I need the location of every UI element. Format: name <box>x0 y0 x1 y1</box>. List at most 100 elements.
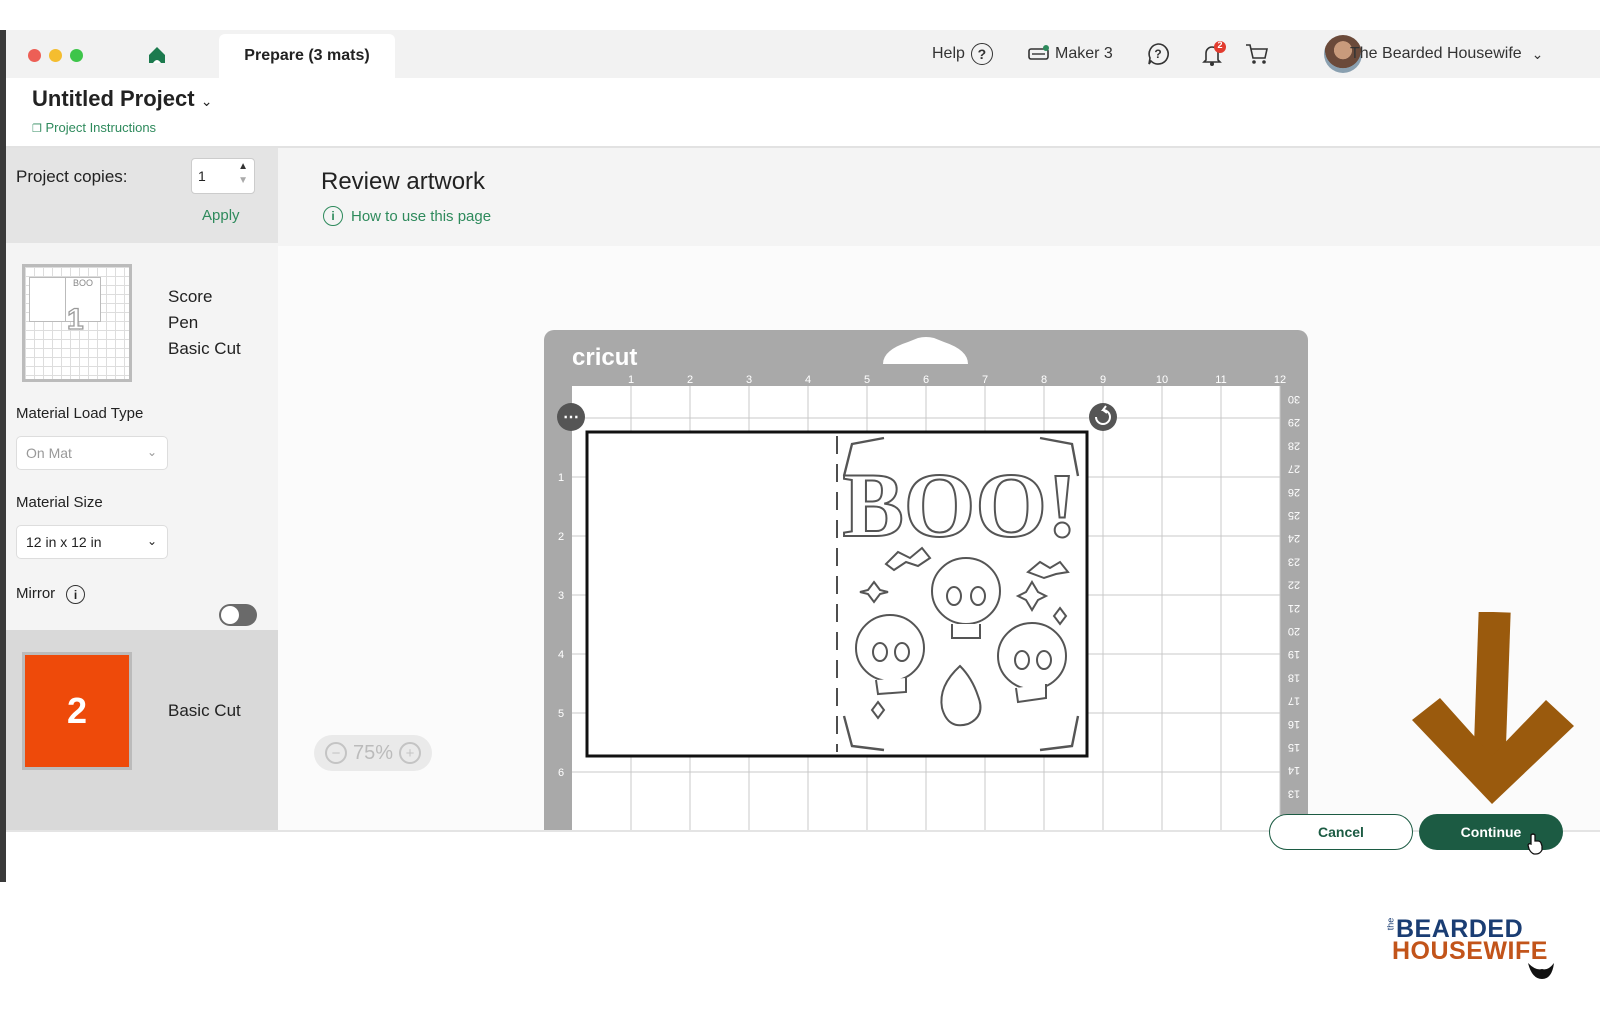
right-ruler-label: 20 <box>1288 625 1300 637</box>
help-label: Help <box>932 45 965 62</box>
chevron-down-icon: ⌄ <box>146 445 157 459</box>
project-copies-value: 1 <box>198 168 206 184</box>
zoom-out-icon[interactable]: − <box>324 742 347 764</box>
beard-icon <box>1528 963 1554 979</box>
mat-2-operation: Basic Cut <box>168 701 241 720</box>
right-ruler-label: 30 <box>1288 393 1300 405</box>
mat-sidebar: Project copies: 1 ▲ ▼ Apply BOO 1 Score … <box>6 148 278 830</box>
chevron-down-icon: ⌄ <box>146 534 157 548</box>
user-name: The Bearded Housewife <box>1350 45 1522 62</box>
right-ruler-label: 23 <box>1288 555 1300 567</box>
project-copies-input[interactable]: 1 ▲ ▼ <box>191 158 255 194</box>
top-ruler-label: 10 <box>1156 374 1168 386</box>
rotate-mat-button[interactable] <box>1089 403 1117 431</box>
zoom-control[interactable]: − 75% + <box>314 735 432 771</box>
machine-icon <box>1028 45 1049 60</box>
zoom-in-icon[interactable]: + <box>399 742 422 764</box>
top-ruler-label: 4 <box>805 374 811 386</box>
mat-1-thumbnail[interactable]: BOO 1 <box>22 264 132 382</box>
left-ruler-label: 4 <box>558 649 564 661</box>
mat-2-panel[interactable]: 2 Basic Cut <box>6 630 278 830</box>
left-ruler-label: 5 <box>558 708 564 720</box>
top-ruler-label: 6 <box>923 374 929 386</box>
maximize-window-button[interactable] <box>70 49 83 62</box>
bearded-housewife-logo: the BEARDED HOUSEWIFE <box>1385 915 1572 987</box>
chat-help-icon: ? <box>1148 43 1169 65</box>
increment-arrow-icon[interactable]: ▲ <box>238 162 248 172</box>
top-ruler-label: 9 <box>1100 374 1106 386</box>
help-button[interactable]: Help ? <box>932 30 993 78</box>
right-ruler-label: 19 <box>1288 648 1300 660</box>
material-size-label: Material Size <box>16 494 103 511</box>
right-ruler-label: 13 <box>1288 787 1300 799</box>
boo-text-artwork: BOO! <box>842 454 1077 556</box>
project-copies-panel: Project copies: 1 ▲ ▼ Apply <box>6 148 278 243</box>
cricut-logo: cricut <box>572 344 637 371</box>
mat-1-operations: Score Pen Basic Cut <box>168 284 241 362</box>
left-ruler-label: 6 <box>558 767 564 779</box>
review-artwork-title: Review artwork <box>321 168 486 195</box>
machine-selector[interactable]: Maker 3 <box>1027 30 1113 78</box>
right-ruler-label: 25 <box>1288 509 1300 521</box>
notifications-button[interactable]: 2 <box>1198 30 1228 78</box>
material-size-value: 12 in x 12 in <box>26 534 102 550</box>
operation-basic-cut: Basic Cut <box>168 339 241 358</box>
material-load-type-select[interactable]: On Mat ⌄ <box>16 436 168 470</box>
mat-preview-canvas: cricut 1 2 3 4 5 6 7 8 9 10 11 12 123456 30 29 28 27 26… <box>278 246 1600 830</box>
right-ruler-label: 28 <box>1288 439 1300 451</box>
right-ruler-label: 18 <box>1288 671 1300 683</box>
notification-badge: 2 <box>1217 40 1223 50</box>
user-menu[interactable]: The Bearded Housewife ⌄ <box>1350 30 1543 78</box>
help-icon: ? <box>970 43 993 65</box>
title-bar: Prepare (3 mats) Help ? Maker 3 ? 2 The … <box>6 30 1600 78</box>
chevron-down-icon: ⌄ <box>1531 45 1544 62</box>
logo-housewife: HOUSEWIFE <box>1392 937 1548 965</box>
mat-2-thumbnail[interactable]: 2 <box>22 652 132 770</box>
operation-score: Score <box>168 287 213 306</box>
right-ruler-label: 29 <box>1288 416 1300 428</box>
material-load-type-value: On Mat <box>26 445 72 461</box>
support-button[interactable]: ? <box>1146 30 1170 78</box>
project-copies-label: Project copies: <box>16 167 128 186</box>
continue-label: Continue <box>1460 824 1522 840</box>
cart-icon <box>1246 44 1268 64</box>
tab-prepare-label: Prepare (3 mats) <box>244 47 370 64</box>
material-size-select[interactable]: 12 in x 12 in ⌄ <box>16 525 168 559</box>
top-ruler-label: 3 <box>746 374 752 386</box>
cancel-button[interactable]: Cancel <box>1269 814 1413 850</box>
cutting-mat[interactable]: cricut 1 2 3 4 5 6 7 8 9 10 11 12 123456 3029282726… <box>278 246 1600 830</box>
top-ruler-label: 7 <box>982 374 988 386</box>
chevron-down-icon: ⌄ <box>200 93 213 109</box>
tab-prepare[interactable]: Prepare (3 mats) <box>219 34 395 78</box>
logo-the: the <box>1385 917 1396 931</box>
top-ruler-label: 5 <box>864 374 870 386</box>
mirror-toggle[interactable] <box>219 604 257 626</box>
apply-button[interactable]: Apply <box>202 207 240 224</box>
how-to-use-link[interactable]: i How to use this page <box>323 206 491 226</box>
left-ruler-label: 3 <box>558 590 564 602</box>
left-ruler-label: 1 <box>558 472 564 484</box>
svg-text:?: ? <box>1154 47 1161 61</box>
review-header: Review artwork i How to use this page <box>278 148 1600 246</box>
project-title[interactable]: Untitled Project ⌄ <box>32 86 212 112</box>
close-window-button[interactable] <box>28 49 41 62</box>
right-ruler-label: 15 <box>1288 741 1300 753</box>
machine-label: Maker 3 <box>1055 45 1113 62</box>
top-ruler-label: 12 <box>1274 374 1286 386</box>
mat-1-artwork-preview <box>29 277 69 322</box>
right-ruler-label: 22 <box>1288 579 1300 591</box>
right-ruler-label: 26 <box>1288 486 1300 498</box>
info-icon[interactable]: i <box>66 585 85 604</box>
top-ruler-label: 2 <box>687 374 693 386</box>
cancel-label: Cancel <box>1318 824 1364 840</box>
document-icon: ❐ <box>32 123 42 135</box>
project-instructions-link[interactable]: ❐ Project Instructions <box>32 120 156 135</box>
home-icon[interactable] <box>146 44 168 66</box>
minimize-window-button[interactable] <box>49 49 62 62</box>
mirror-label: Mirror <box>16 585 56 602</box>
cart-button[interactable] <box>1244 30 1270 78</box>
right-ruler-label: 17 <box>1288 695 1300 707</box>
left-ruler-label: 2 <box>558 531 564 543</box>
right-ruler-label: 27 <box>1288 463 1300 475</box>
decrement-arrow-icon[interactable]: ▼ <box>238 176 248 186</box>
